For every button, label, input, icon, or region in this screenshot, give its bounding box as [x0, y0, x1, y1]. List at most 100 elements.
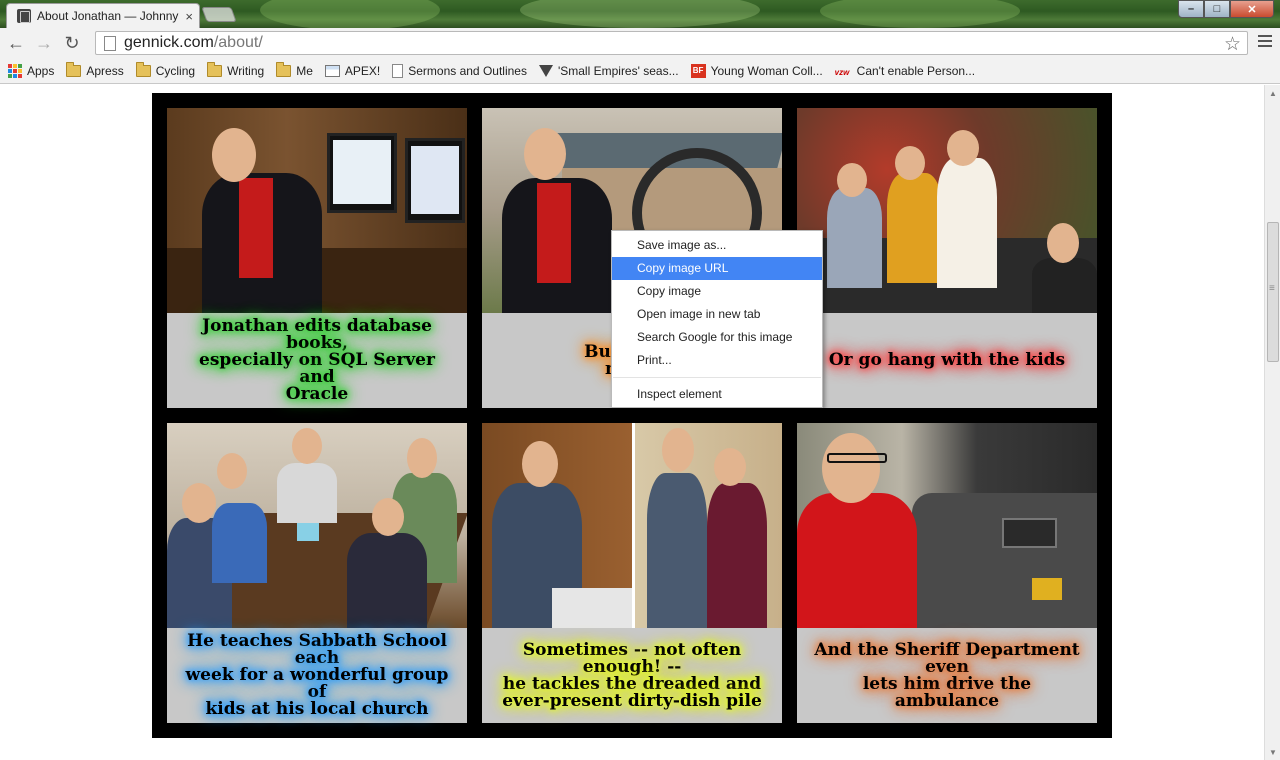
ctx-search-google-image[interactable]: Search Google for this image	[612, 326, 822, 349]
bookmark-label: Writing	[227, 63, 265, 78]
maximize-button[interactable]: □	[1204, 0, 1230, 18]
scrollbar-thumb[interactable]	[1267, 222, 1279, 362]
gallery-cell: And the Sheriff Department even lets him …	[797, 423, 1097, 723]
bookmark-star-icon[interactable]: ☆	[1224, 33, 1241, 56]
caption-line: Sometimes -- not often enough! --	[522, 639, 742, 677]
caption-text: Jonathan edits database books, especially…	[179, 318, 455, 403]
bookmark-apps[interactable]: Apps	[8, 63, 55, 78]
caption-line: He teaches Sabbath School each	[187, 631, 447, 668]
folder-icon	[135, 61, 151, 77]
bookmark-label: Me	[296, 63, 313, 78]
minimize-button[interactable]: –	[1178, 0, 1204, 18]
window-icon	[324, 64, 340, 77]
back-button[interactable]: ←	[2, 29, 30, 57]
bookmark-label: Apress	[86, 63, 124, 78]
scroll-down-arrow-icon[interactable]: ▼	[1265, 744, 1280, 760]
vertical-scrollbar[interactable]: ▲ ▼	[1264, 85, 1280, 760]
photo-hanging-with-kids[interactable]	[797, 108, 1097, 313]
page-icon	[104, 35, 116, 51]
caption-line: lets him drive the ambulance	[862, 673, 1032, 711]
ctx-inspect-element[interactable]: Inspect element	[612, 383, 822, 406]
bookmark-young-woman[interactable]: BF Young Woman Coll...	[690, 63, 823, 78]
apps-grid-icon	[8, 63, 22, 78]
caption-line: And the Sheriff Department even	[814, 639, 1080, 677]
photo-sabbath-school[interactable]	[167, 423, 467, 628]
bookmark-small-empires[interactable]: 'Small Empires' seas...	[538, 63, 679, 78]
caption-text: Sometimes -- not often enough! -- he tack…	[494, 639, 770, 711]
bookmark-cant-enable[interactable]: vzw Can't enable Person...	[835, 64, 975, 78]
triangle-icon	[538, 64, 553, 77]
caption-line: especially on SQL Server and	[199, 350, 435, 387]
caption: Jonathan edits database books, especially…	[167, 313, 467, 408]
forward-button[interactable]: →	[30, 29, 58, 57]
caption-text: He teaches Sabbath School each week for a…	[179, 633, 455, 718]
bookmark-apex[interactable]: APEX!	[324, 63, 381, 78]
chrome-menu-icon[interactable]	[1258, 35, 1272, 50]
caption-line: ever-present dirty-dish pile	[502, 690, 762, 711]
caption-line: Jonathan edits database books,	[202, 316, 432, 353]
photo-dirty-dishes[interactable]	[482, 423, 782, 628]
caption-line: week for a wonderful group of	[185, 665, 449, 702]
caption-text: And the Sheriff Department even lets him …	[809, 639, 1085, 711]
browser-toolbar: ← → ↻ gennick.com/about/ ☆	[0, 28, 1280, 58]
caption: He teaches Sabbath School each week for a…	[167, 628, 467, 723]
bookmark-label: Young Woman Coll...	[710, 63, 823, 78]
caption-line: he tackles the dreaded and	[502, 673, 762, 694]
ctx-open-image-new-tab[interactable]: Open image in new tab	[612, 303, 822, 326]
new-tab-button[interactable]	[201, 7, 237, 22]
bookmark-label: Cycling	[155, 63, 196, 78]
photo-editing-books[interactable]	[167, 108, 467, 313]
window-title-bar: About Jonathan — Johnny × – □ ✕	[0, 0, 1280, 28]
vzw-icon: vzw	[834, 67, 850, 77]
caption: Or go hang with the kids	[797, 313, 1097, 408]
caption-line: kids at his local church	[205, 699, 429, 719]
folder-icon	[276, 61, 292, 77]
bookmarks-bar: Apps Apress Cycling Writing Me APEX! Ser…	[0, 58, 1280, 84]
caption-line: Oracle	[285, 384, 349, 404]
ctx-copy-image-url[interactable]: Copy image URL	[612, 257, 822, 280]
background-foliage	[520, 0, 760, 28]
address-bar[interactable]: gennick.com/about/ ☆	[95, 31, 1248, 55]
caption-text: Or go hang with the kids	[829, 352, 1065, 369]
bookmark-sermons[interactable]: Sermons and Outlines	[392, 63, 527, 78]
folder-icon	[207, 61, 223, 77]
caption: Sometimes -- not often enough! -- he tack…	[482, 628, 782, 723]
close-window-button[interactable]: ✕	[1230, 0, 1274, 18]
reload-button[interactable]: ↻	[58, 29, 86, 57]
url-path: /about/	[213, 34, 263, 51]
bookmark-label: 'Small Empires' seas...	[557, 63, 679, 78]
tab-title: About Jonathan — Johnny	[37, 9, 179, 23]
folder-icon	[66, 61, 82, 77]
ctx-copy-image[interactable]: Copy image	[612, 280, 822, 303]
photo-gallery: Jonathan edits database books, especially…	[152, 93, 1112, 738]
caption-line: Or go hang with the kids	[828, 350, 1066, 370]
page-content: Jonathan edits database books, especially…	[0, 85, 1264, 760]
gallery-cell: He teaches Sabbath School each week for a…	[167, 423, 467, 723]
menu-separator	[613, 377, 821, 378]
bookmark-label: Apps	[27, 63, 55, 78]
scroll-up-arrow-icon[interactable]: ▲	[1265, 85, 1280, 101]
gallery-cell: Jonathan edits database books, especially…	[167, 108, 467, 408]
photo-ambulance[interactable]	[797, 423, 1097, 628]
bookmark-label: Can't enable Person...	[856, 63, 976, 78]
url-host: gennick.com	[124, 34, 214, 51]
bookmark-label: APEX!	[344, 63, 381, 78]
image-context-menu: Save image as... Copy image URL Copy ima…	[611, 230, 823, 408]
bookmark-cycling[interactable]: Cycling	[135, 61, 196, 78]
ctx-print[interactable]: Print...	[612, 349, 822, 372]
browser-tab-active[interactable]: About Jonathan — Johnny ×	[6, 3, 200, 28]
bookmark-label: Sermons and Outlines	[408, 63, 527, 78]
page-icon	[392, 63, 404, 78]
gallery-cell: Sometimes -- not often enough! -- he tack…	[482, 423, 782, 723]
caption: And the Sheriff Department even lets him …	[797, 628, 1097, 723]
tab-close-icon[interactable]: ×	[185, 9, 193, 24]
background-foliage	[820, 0, 1020, 28]
window-controls: – □ ✕	[1178, 0, 1274, 18]
bf-icon: BF	[690, 63, 706, 78]
gallery-cell: Or go hang with the kids	[797, 108, 1097, 408]
bookmark-apress[interactable]: Apress	[66, 61, 124, 78]
ctx-save-image-as[interactable]: Save image as...	[612, 234, 822, 257]
bookmark-writing[interactable]: Writing	[207, 61, 265, 78]
bookmark-me[interactable]: Me	[276, 61, 313, 78]
site-favicon-icon	[17, 9, 31, 23]
